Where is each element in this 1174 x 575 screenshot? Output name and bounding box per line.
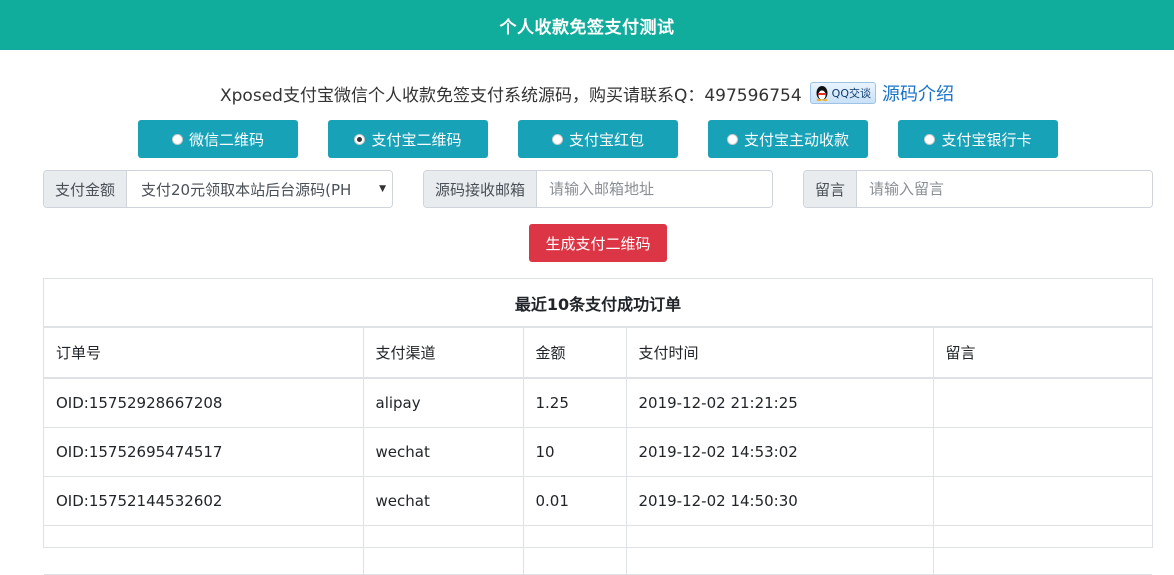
radio-icon: [726, 133, 738, 145]
order-id-cell: OID:15752695474517: [44, 427, 364, 477]
source-intro-link[interactable]: 源码介绍: [882, 80, 954, 106]
channel-alipay-bankcard-button[interactable]: 支付宝银行卡: [898, 120, 1058, 158]
message-group: 留言: [803, 170, 1153, 208]
radio-icon: [924, 133, 936, 145]
message-cell: [933, 378, 1152, 428]
column-header: 金额: [523, 328, 627, 379]
amount-select[interactable]: 支付20元领取本站后台源码(PH ▼: [127, 171, 392, 207]
column-header: 留言: [933, 328, 1152, 379]
channel-alipay-redpacket-button[interactable]: 支付宝红包: [518, 120, 678, 158]
amount-selected-value: 支付20元领取本站后台源码(PH: [141, 180, 352, 199]
message-cell: [933, 427, 1152, 477]
page-title: 个人收款免签支付测试: [499, 17, 675, 38]
recent-orders-panel: 最近10条支付成功订单 订单号 支付渠道 金额 支付时间 留言 OID:1575…: [43, 278, 1153, 575]
qq-penguin-icon: [815, 85, 829, 101]
email-input[interactable]: [537, 171, 772, 207]
table-row: OID:15752695474517 wechat 10 2019-12-02 …: [44, 427, 1152, 477]
channel-cell: wechat: [363, 476, 524, 526]
orders-table: 订单号 支付渠道 金额 支付时间 留言 OID:15752928667208 a…: [44, 328, 1152, 575]
message-cell: [933, 476, 1152, 526]
page-header: 个人收款免签支付测试: [0, 0, 1174, 50]
qq-chat-button[interactable]: QQ交谈: [809, 82, 876, 104]
channel-cell: wechat: [363, 427, 524, 477]
order-id-cell: OID:15752144532602: [44, 476, 364, 526]
radio-checked-icon: [354, 133, 366, 145]
message-input[interactable]: [857, 171, 1152, 207]
channel-wechat-qr-button[interactable]: 微信二维码: [138, 120, 298, 158]
column-header: 支付渠道: [363, 328, 524, 379]
intro-line: Xposed支付宝微信个人收款免签支付系统源码，购买请联系Q：497596754…: [0, 80, 1174, 106]
dropdown-caret-icon: ▼: [379, 184, 386, 194]
table-row: OID:15752928667208 alipay 1.25 2019-12-0…: [44, 378, 1152, 428]
channel-alipay-qr-button[interactable]: 支付宝二维码: [328, 120, 488, 158]
amount-cell: 10: [523, 427, 627, 477]
order-id-cell: OID:15752928667208: [44, 378, 364, 428]
amount-label: 支付金额: [44, 171, 128, 207]
time-cell: 2019-12-02 14:50:30: [626, 476, 934, 526]
amount-group: 支付金额 支付20元领取本站后台源码(PH ▼: [43, 170, 393, 208]
channel-label: 支付宝银行卡: [941, 130, 1032, 149]
radio-icon: [551, 133, 563, 145]
intro-text: Xposed支付宝微信个人收款免签支付系统源码，购买请联系Q：497596754: [220, 85, 802, 106]
qq-chat-label: QQ交谈: [831, 87, 871, 100]
table-header-row: 订单号 支付渠道 金额 支付时间 留言: [44, 328, 1152, 379]
email-group: 源码接收邮箱: [423, 170, 773, 208]
channel-label: 支付宝红包: [568, 130, 644, 149]
channel-alipay-active-button[interactable]: 支付宝主动收款: [708, 120, 868, 158]
amount-cell: 1.25: [523, 378, 627, 428]
time-cell: 2019-12-02 14:53:02: [626, 427, 934, 477]
email-label: 源码接收邮箱: [424, 171, 538, 207]
table-row: OID:15752144532602 wechat 0.01 2019-12-0…: [44, 476, 1152, 526]
message-label: 留言: [804, 171, 858, 207]
channel-cell: alipay: [363, 378, 524, 428]
orders-title: 最近10条支付成功订单: [44, 279, 1152, 328]
table-row: [44, 525, 1152, 575]
column-header: 订单号: [44, 328, 364, 379]
channel-label: 微信二维码: [188, 130, 264, 149]
time-cell: 2019-12-02 21:21:25: [626, 378, 934, 428]
channel-label: 支付宝主动收款: [743, 130, 849, 149]
generate-qr-button[interactable]: 生成支付二维码: [529, 224, 667, 262]
column-header: 支付时间: [626, 328, 934, 379]
channel-label: 支付宝二维码: [371, 130, 462, 149]
radio-icon: [171, 133, 183, 145]
amount-cell: 0.01: [523, 476, 627, 526]
